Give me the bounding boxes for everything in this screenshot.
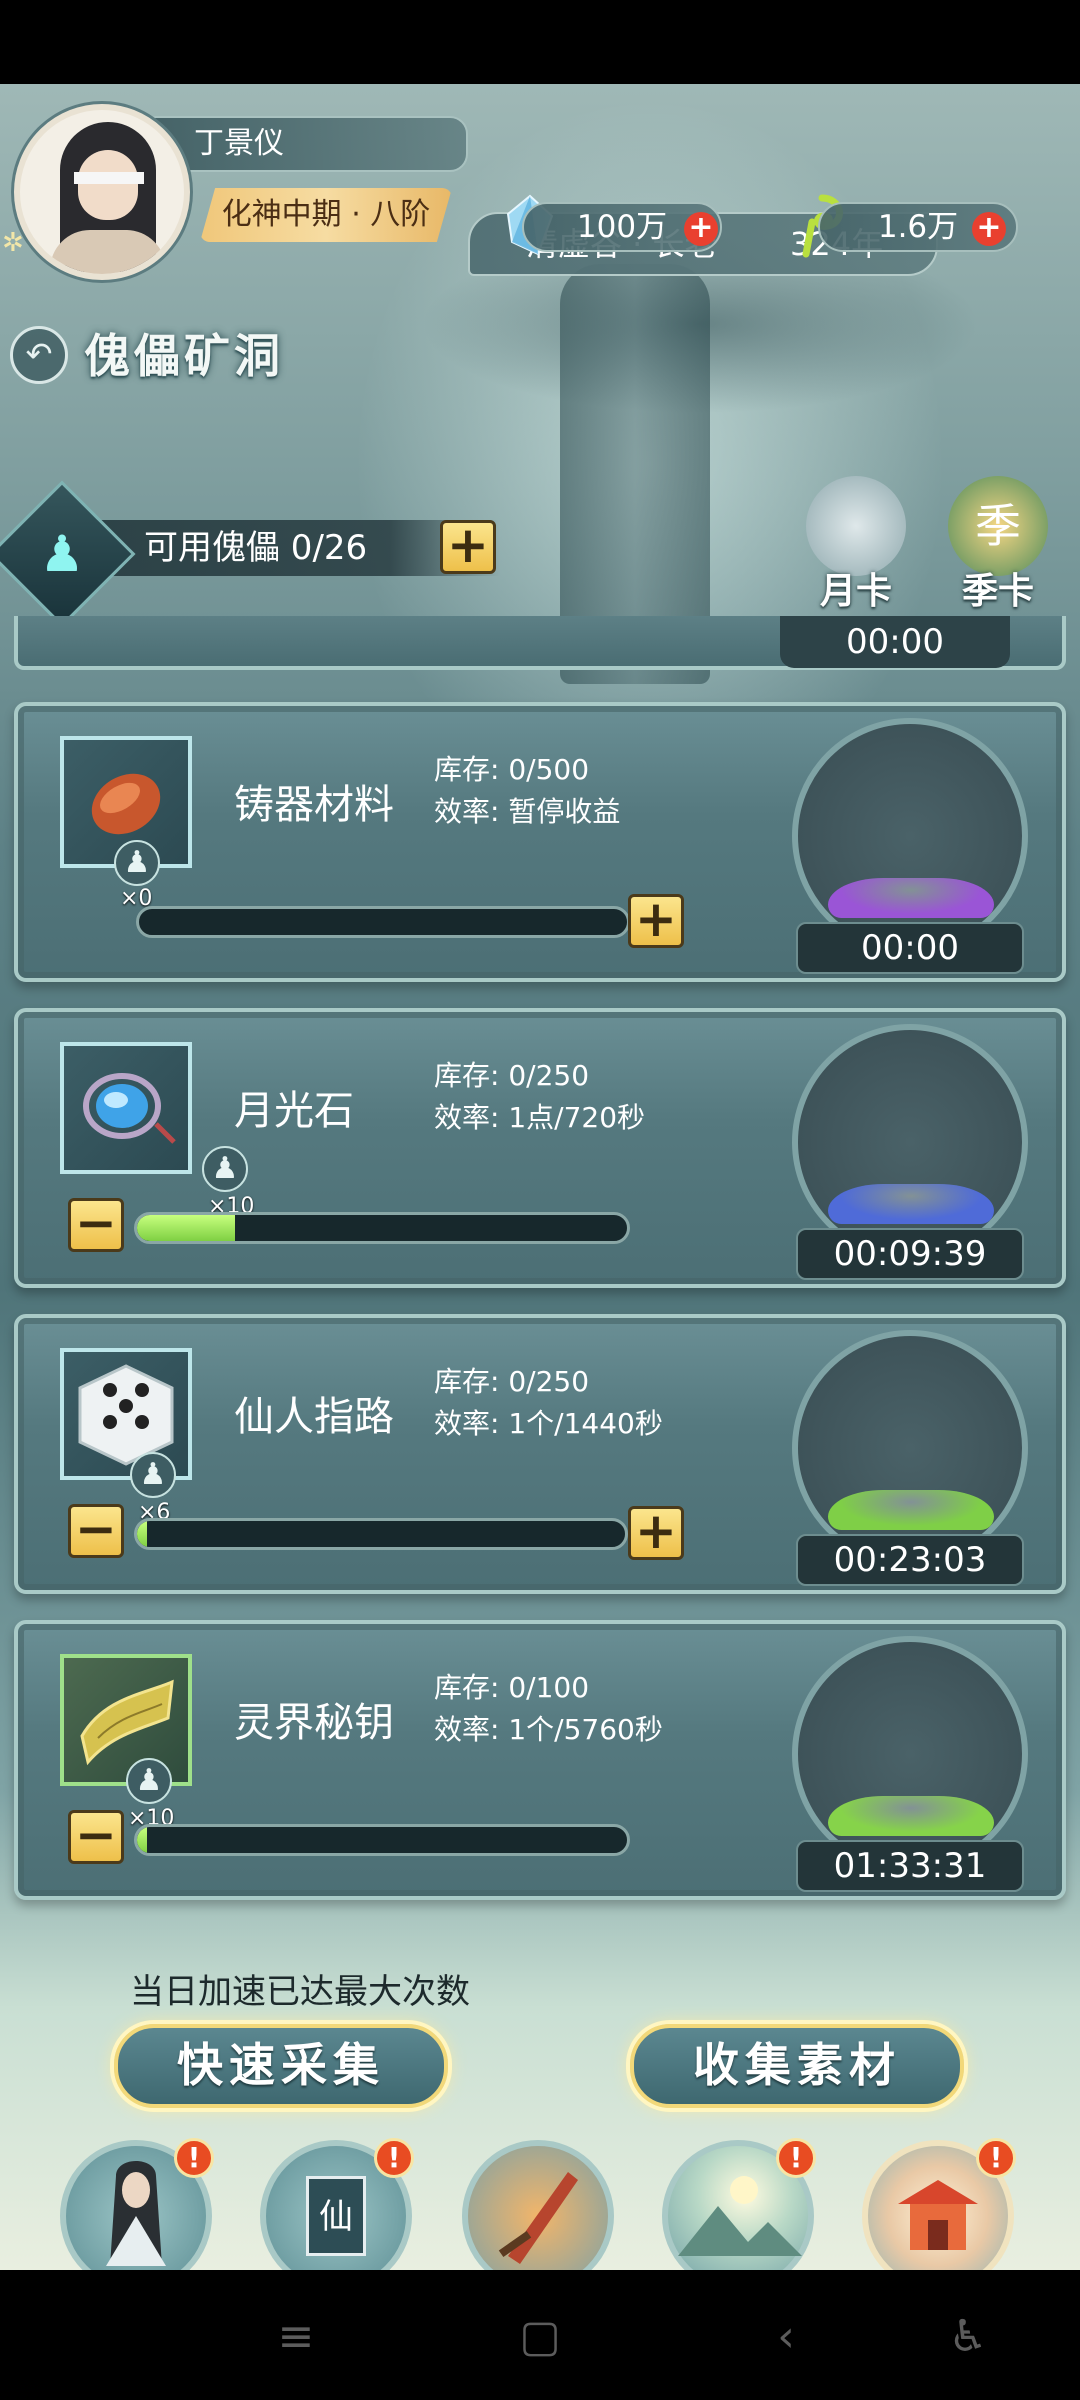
sword-icon [462, 2140, 614, 2270]
remove-puppet-from-mine-button[interactable]: − [68, 1810, 124, 1864]
monthly-card-button[interactable]: 月卡 [794, 476, 918, 616]
mine-progress-bar [134, 1212, 630, 1244]
mine-timer: 00:00 [780, 616, 1010, 668]
mine-progress-bar [134, 1518, 628, 1550]
add-puppet-to-mine-button[interactable]: + [628, 1506, 684, 1560]
nav-character[interactable]: ! 角色 [56, 2138, 216, 2270]
puppet-icon: ♟ [39, 525, 85, 583]
ore-pile [828, 1184, 994, 1224]
mine-row-spirit-key: 灵界秘钥 库存: 0/100 效率: 1个/5760秒 − ♟ ×10 01:3… [14, 1620, 1066, 1900]
ore-basin: 00:00 [766, 718, 1054, 974]
mine-rate: 效率: 1个/1440秒 [434, 1407, 663, 1440]
alert-badge: ! [374, 2138, 414, 2178]
mine-stock: 库存: 0/500 [434, 753, 590, 786]
puppet-icon: ♟ [202, 1146, 248, 1192]
back-arrow-icon: ↶ [25, 335, 53, 373]
ore-basin: 00:09:39 [766, 1024, 1054, 1280]
fast-collect-button[interactable]: 快速采集 [114, 2024, 448, 2108]
mine-rate: 效率: 暂停收益 [434, 795, 621, 828]
add-spirit-button[interactable]: + [972, 212, 1006, 246]
monthly-card-label: 月卡 [819, 570, 892, 612]
mine-stock: 库存: 0/250 [434, 1365, 590, 1398]
ore-pile [828, 1796, 994, 1836]
remove-puppet-from-mine-button[interactable]: − [68, 1504, 124, 1558]
mine-timer: 00:09:39 [796, 1228, 1024, 1280]
mine-timer: 00:00 [796, 922, 1024, 974]
monthly-card-icon [806, 476, 906, 576]
boost-limit-notice: 当日加速已达最大次数 [130, 1972, 470, 2012]
ore-pile [828, 878, 994, 918]
puppet-icon: ♟ [130, 1452, 176, 1498]
alert-badge: ! [174, 2138, 214, 2178]
sect-glyph: 仙 [306, 2176, 366, 2256]
gear-icon[interactable]: ✲ [2, 230, 28, 256]
mine-row-moonstone: 月光石 库存: 0/250 效率: 1点/720秒 − ♟ ×10 00:09:… [14, 1008, 1066, 1288]
add-puppet-to-mine-button[interactable]: + [628, 894, 684, 948]
mine-rate: 效率: 1个/5760秒 [434, 1713, 663, 1746]
home-icon[interactable]: ▢ [510, 2310, 570, 2364]
page-title: 傀儡矿洞 [84, 329, 284, 383]
mine-timer: 00:23:03 [796, 1534, 1024, 1586]
menu-icon[interactable]: ≡ [266, 2310, 326, 2364]
season-card-icon: 季 [948, 476, 1048, 576]
mine-name: 月光石 [234, 1088, 354, 1134]
nav-world[interactable]: ! 世界 [658, 2138, 818, 2270]
season-card-button[interactable]: 季 季卡 [936, 476, 1060, 616]
mine-progress-bar [136, 906, 630, 938]
mine-progress-bar [134, 1824, 630, 1856]
status-bar [0, 0, 1080, 84]
mine-name: 铸器材料 [234, 782, 394, 828]
ore-basin: 00:23:03 [766, 1330, 1054, 1586]
moonstone-icon[interactable] [60, 1042, 192, 1174]
player-avatar[interactable] [14, 104, 190, 280]
mine-rate: 效率: 1点/720秒 [434, 1101, 646, 1134]
mine-timer: 01:33:31 [796, 1840, 1024, 1892]
nav-cave-residence[interactable]: ! 洞府 [858, 2138, 1018, 2270]
ore-pile [828, 1490, 994, 1530]
add-puppet-button[interactable]: + [440, 520, 496, 574]
collect-material-button[interactable]: 收集素材 [630, 2024, 964, 2108]
game-screen: 丁景仪 清虚谷 · 长老 324年 ✲ 化神中期 · 八阶 100万 + 1.6… [0, 84, 1080, 2270]
remove-puppet-from-mine-button[interactable]: − [68, 1198, 124, 1252]
player-name-plate: 丁景仪 [150, 116, 468, 172]
add-crystal-button[interactable]: + [684, 212, 718, 246]
mine-row-forging-material: 铸器材料 库存: 0/500 效率: 暂停收益 ♟ ×0 + 00:00 [14, 702, 1066, 982]
alert-badge: ! [976, 2138, 1016, 2178]
back-button[interactable]: ↶ [10, 326, 68, 384]
back-icon[interactable]: ‹ [756, 2310, 816, 2364]
player-rank: 化神中期 · 八阶 [200, 188, 452, 242]
mine-stock: 库存: 0/100 [434, 1671, 590, 1704]
nav-sect[interactable]: 仙 ! 仙门 [256, 2138, 416, 2270]
mine-row-immortal-guide: 仙人指路 库存: 0/250 效率: 1个/1440秒 − ♟ ×6 + 00:… [14, 1314, 1066, 1594]
puppet-icon: ♟ [114, 840, 160, 886]
mine-name: 灵界秘钥 [234, 1700, 394, 1746]
mine-stock: 库存: 0/250 [434, 1059, 590, 1092]
accessibility-icon[interactable]: ♿ [938, 2310, 998, 2364]
mine-name: 仙人指路 [234, 1394, 394, 1440]
alert-badge: ! [776, 2138, 816, 2178]
nav-battle[interactable]: 战斗 [458, 2140, 618, 2270]
puppet-icon: ♟ [126, 1758, 172, 1804]
season-card-label: 季卡 [961, 570, 1034, 612]
ore-basin: 01:33:31 [766, 1636, 1054, 1892]
player-name: 丁景仪 [194, 126, 284, 161]
